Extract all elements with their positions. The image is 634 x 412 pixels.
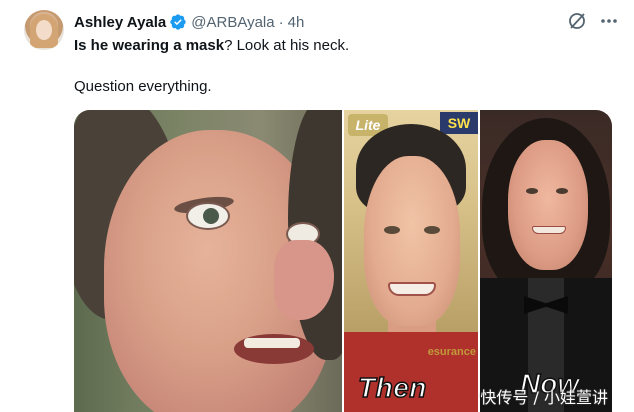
- now-mouth: [532, 226, 566, 234]
- author-avatar[interactable]: [24, 10, 64, 50]
- then-eye-left: [384, 226, 400, 234]
- tweet-text-line-1: Is he wearing a mask? Look at his neck.: [74, 36, 349, 56]
- then-label: Then: [357, 371, 427, 404]
- then-face: [364, 156, 460, 326]
- closeup-teeth: [244, 338, 300, 348]
- sign-sw: SW: [440, 112, 478, 134]
- tweet-text-bold: Is he wearing a mask: [74, 37, 225, 54]
- now-eye-left: [526, 188, 538, 194]
- closeup-iris: [203, 208, 219, 224]
- media-closeup-photo[interactable]: [74, 110, 342, 412]
- media-then-photo[interactable]: Lite SW esurance Then: [344, 110, 478, 412]
- now-face: [508, 140, 588, 270]
- grok-icon[interactable]: [566, 10, 588, 32]
- then-mouth: [388, 282, 436, 296]
- tweet-header: Ashley Ayala @ARBAyala · 4h: [74, 12, 304, 32]
- then-eye-right: [424, 226, 440, 234]
- tweet: Ashley Ayala @ARBAyala · 4h Is he wearin…: [0, 0, 634, 412]
- author-name[interactable]: Ashley Ayala: [74, 14, 166, 31]
- tweet-actions: [566, 10, 620, 32]
- sign-bottom: esurance: [427, 346, 476, 358]
- author-handle[interactable]: @ARBAyala: [191, 14, 274, 31]
- avatar-face: [36, 20, 52, 40]
- tweet-text-line-2: Question everything.: [74, 78, 212, 95]
- media-now-photo[interactable]: Now: [480, 110, 612, 412]
- separator-dot: ·: [278, 13, 284, 31]
- tweet-media[interactable]: Lite SW esurance Then Now 快传号 / 小娃萱讲: [74, 110, 612, 412]
- tweet-text-rest: ? Look at his neck.: [224, 37, 350, 54]
- watermark: 快传号 / 小娃萱讲: [480, 388, 608, 407]
- now-eye-right: [556, 188, 568, 194]
- verified-badge-icon[interactable]: [169, 13, 187, 31]
- more-options-icon[interactable]: [598, 10, 620, 32]
- timestamp[interactable]: 4h: [288, 14, 305, 31]
